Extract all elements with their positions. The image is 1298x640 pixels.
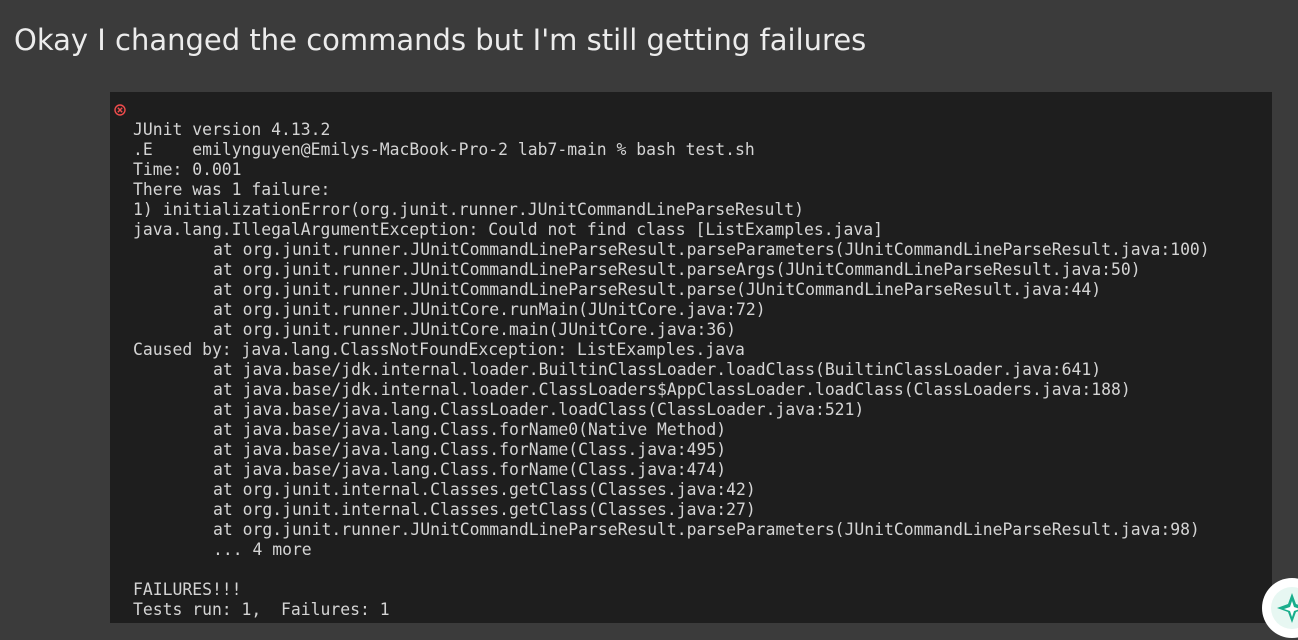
terminal-output-line: at org.junit.runner.JUnitCommandLinePars…	[213, 280, 1102, 299]
terminal-output-line: Caused by: java.lang.ClassNotFoundExcept…	[133, 340, 745, 359]
terminal-output-line: Time: 0.001	[133, 160, 242, 179]
post-title: Okay I changed the commands but I'm stil…	[14, 23, 867, 57]
terminal-output-line: Tests run: 1, Failures: 1	[133, 600, 390, 619]
terminal-screenshot: emilynguyen@Emilys-MacBook-Pro-2 lab7-ma…	[110, 92, 1272, 623]
terminal-prompt-line: emilynguyen@Emilys-MacBook-Pro-2 lab7-ma…	[110, 100, 1272, 159]
terminal-output-line: at org.junit.internal.Classes.getClass(C…	[213, 480, 756, 499]
terminal-output-line: at java.base/jdk.internal.loader.ClassLo…	[213, 380, 1131, 399]
terminal-output-line: FAILURES!!!	[133, 580, 242, 599]
terminal-output-line: at org.junit.runner.JUnitCommandLinePars…	[213, 520, 1200, 539]
terminal-output-line: .E	[133, 140, 153, 159]
terminal-output-line: at java.base/java.lang.Class.forName(Cla…	[213, 440, 727, 459]
terminal-output-line: at org.junit.runner.JUnitCore.main(JUnit…	[213, 320, 737, 339]
terminal-output-line: ... 4 more	[213, 540, 312, 559]
terminal-output-line: at java.base/java.lang.Class.forName(Cla…	[213, 460, 727, 479]
assistant-sparkle-icon	[1277, 593, 1298, 623]
terminal-output-line: at java.base/java.lang.Class.forName0(Na…	[213, 420, 727, 439]
terminal-output-line: at org.junit.internal.Classes.getClass(C…	[213, 500, 756, 519]
error-circle-x-icon	[114, 104, 126, 116]
terminal-output-line: at java.base/jdk.internal.loader.Builtin…	[213, 360, 1102, 379]
terminal-output-line: java.lang.IllegalArgumentException: Coul…	[133, 220, 883, 239]
terminal-output-line: There was 1 failure:	[133, 180, 331, 199]
terminal-output: emilynguyen@Emilys-MacBook-Pro-2 lab7-ma…	[110, 100, 1272, 620]
terminal-output-line: JUnit version 4.13.2	[133, 120, 331, 139]
terminal-output-line: at org.junit.runner.JUnitCommandLinePars…	[213, 240, 1210, 259]
terminal-output-line: at org.junit.runner.JUnitCommandLinePars…	[213, 260, 1141, 279]
terminal-output-line: 1) initializationError(org.junit.runner.…	[133, 200, 805, 219]
terminal-output-line: at java.base/java.lang.ClassLoader.loadC…	[213, 400, 865, 419]
terminal-output-line: at org.junit.runner.JUnitCore.runMain(JU…	[213, 300, 766, 319]
